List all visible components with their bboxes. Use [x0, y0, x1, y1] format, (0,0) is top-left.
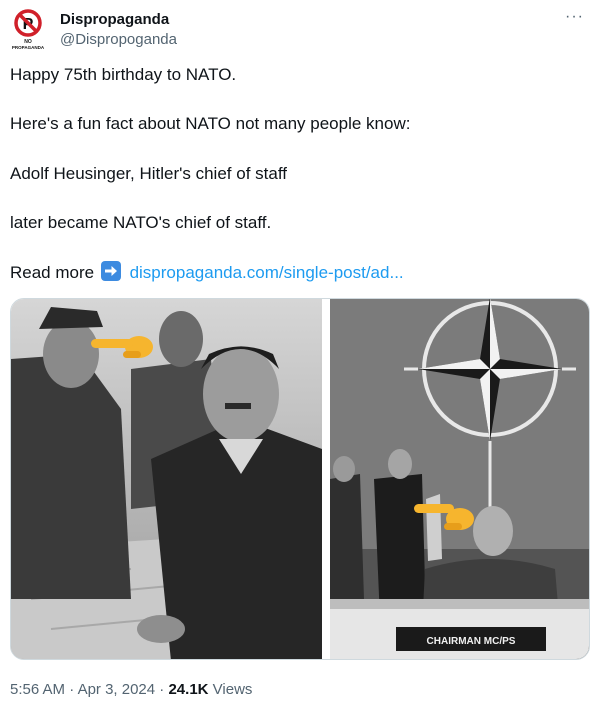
- chairman-nameplate: CHAIRMAN MC/PS: [427, 636, 516, 647]
- views-count[interactable]: 24.1K: [168, 681, 208, 698]
- handle[interactable]: @Dispropoganda: [60, 30, 177, 50]
- tweet-line-2: Here's a fun fact about NATO not many pe…: [10, 114, 411, 133]
- tweet-line-1: Happy 75th birthday to NATO.: [10, 65, 237, 84]
- tweet-line-4: later became NATO's chief of staff.: [10, 213, 272, 232]
- meta-separator: ·: [155, 681, 169, 698]
- no-propaganda-logo-icon: P NO PROPAGANDA: [12, 9, 45, 50]
- display-name[interactable]: Dispropaganda: [60, 10, 177, 30]
- tweet-header: P NO PROPAGANDA Dispropaganda @Dispropog…: [10, 6, 590, 54]
- right-photo[interactable]: CHAIRMAN MC/PS: [330, 299, 590, 660]
- views-label: Views: [208, 681, 253, 698]
- left-photo[interactable]: [11, 299, 322, 660]
- right-arrow-icon: [100, 261, 121, 281]
- article-link[interactable]: dispropaganda.com/single-post/ad...: [130, 263, 404, 282]
- tweet-line-3: Adolf Heusinger, Hitler's chief of staff: [10, 164, 287, 183]
- tweet-date[interactable]: Apr 3, 2024: [78, 681, 156, 698]
- tweet-meta: 5:56 AM · Apr 3, 2024 · 24.1K Views: [10, 680, 252, 700]
- tweet-time[interactable]: 5:56 AM: [10, 681, 65, 698]
- svg-text:PROPAGANDA: PROPAGANDA: [12, 45, 45, 50]
- media-grid[interactable]: CHAIRMAN MC/PS: [10, 298, 590, 660]
- meta-separator: ·: [65, 681, 78, 698]
- avatar[interactable]: P NO PROPAGANDA: [10, 9, 50, 53]
- more-options-icon[interactable]: ···: [565, 8, 584, 26]
- read-more-line: Read more dispropaganda.com/single-post/…: [10, 261, 404, 285]
- tweet: P NO PROPAGANDA Dispropaganda @Dispropog…: [0, 0, 600, 709]
- author-names: Dispropaganda @Dispropoganda: [60, 10, 177, 50]
- read-more-label: Read more: [10, 263, 95, 282]
